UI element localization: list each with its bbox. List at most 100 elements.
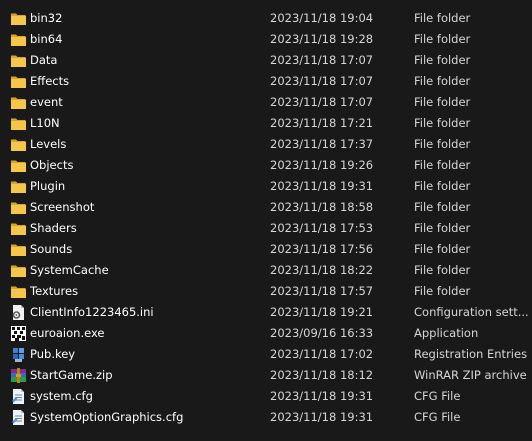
file-row[interactable]: StartGame.zip 2023/11/18 18:12 WinRAR ZIP … [0, 365, 532, 386]
file-date-modified: 2023/11/18 19:04 [270, 11, 374, 25]
file-row[interactable]: Sounds 2023/11/18 17:56 File folder [0, 239, 532, 260]
file-name: L10N [30, 116, 60, 130]
file-name: StartGame.zip [30, 368, 113, 382]
file-date-modified: 2023/11/18 17:57 [270, 284, 374, 298]
file-name: Levels [30, 137, 67, 151]
registry-icon [10, 346, 27, 363]
file-name: Plugin [30, 179, 66, 193]
file-name: Textures [30, 284, 79, 298]
file-date-modified: 2023/11/18 17:53 [270, 221, 374, 235]
file-date-modified: 2023/11/18 17:07 [270, 53, 374, 67]
file-date-modified: 2023/09/16 16:33 [270, 326, 374, 340]
file-type: Application [414, 326, 479, 340]
file-type: File folder [414, 263, 471, 277]
file-name: SystemCache [30, 263, 109, 277]
file-date-modified: 2023/11/18 17:07 [270, 95, 374, 109]
file-row[interactable]: Pub.key 2023/11/18 17:02 Registration Entr… [0, 344, 532, 365]
file-name: SystemOptionGraphics.cfg [30, 410, 184, 424]
file-list: bin32 2023/11/18 19:04 File folder bin64 202… [0, 8, 532, 428]
file-date-modified: 2023/11/18 17:37 [270, 137, 374, 151]
file-name: ClientInfo1223465.ini [30, 305, 154, 319]
file-row[interactable]: Plugin 2023/11/18 19:31 File folder [0, 176, 532, 197]
file-date-modified: 2023/11/18 18:12 [270, 368, 374, 382]
file-type: Configuration sett... [414, 305, 529, 319]
file-row[interactable]: SystemOptionGraphics.cfg 2023/11/18 19:31… [0, 407, 532, 428]
file-row[interactable]: SystemCache 2023/11/18 18:22 File folder [0, 260, 532, 281]
file-type: File folder [414, 53, 471, 67]
file-date-modified: 2023/11/18 17:02 [270, 347, 374, 361]
application-icon [10, 325, 27, 342]
file-name: Pub.key [30, 347, 76, 361]
file-type: File folder [414, 200, 471, 214]
cfg-file-icon [10, 388, 27, 405]
file-name: Effects [30, 74, 70, 88]
file-row[interactable]: Screenshot 2023/11/18 18:58 File folder [0, 197, 532, 218]
file-date-modified: 2023/11/18 19:31 [270, 389, 374, 403]
file-row[interactable]: euroaion.exe 2023/09/16 16:33 Application [0, 323, 532, 344]
folder-icon [10, 241, 27, 258]
file-name: Sounds [30, 242, 73, 256]
file-type: Registration Entries [414, 347, 528, 361]
file-type: File folder [414, 242, 471, 256]
folder-icon [10, 73, 27, 90]
file-type: File folder [414, 137, 471, 151]
file-row[interactable]: L10N 2023/11/18 17:21 File folder [0, 113, 532, 134]
file-name: Screenshot [30, 200, 95, 214]
folder-icon [10, 115, 27, 132]
folder-icon [10, 262, 27, 279]
file-date-modified: 2023/11/18 18:58 [270, 200, 374, 214]
cfg-file-icon [10, 409, 27, 426]
file-type: File folder [414, 158, 471, 172]
file-date-modified: 2023/11/18 19:31 [270, 410, 374, 424]
config-settings-icon [10, 304, 27, 321]
file-date-modified: 2023/11/18 19:31 [270, 179, 374, 193]
file-type: File folder [414, 284, 471, 298]
file-row[interactable]: bin32 2023/11/18 19:04 File folder [0, 8, 532, 29]
file-type: File folder [414, 179, 471, 193]
file-date-modified: 2023/11/18 19:28 [270, 32, 374, 46]
file-type: File folder [414, 221, 471, 235]
file-date-modified: 2023/11/18 18:22 [270, 263, 374, 277]
file-name: Data [30, 53, 58, 67]
file-row[interactable]: Levels 2023/11/18 17:37 File folder [0, 134, 532, 155]
file-date-modified: 2023/11/18 19:21 [270, 305, 374, 319]
folder-icon [10, 220, 27, 237]
folder-icon [10, 199, 27, 216]
file-row[interactable]: Shaders 2023/11/18 17:53 File folder [0, 218, 532, 239]
file-type: File folder [414, 32, 471, 46]
file-type: CFG File [414, 410, 461, 424]
file-name: bin32 [30, 11, 63, 25]
file-date-modified: 2023/11/18 17:07 [270, 74, 374, 88]
file-type: File folder [414, 95, 471, 109]
file-name: Objects [30, 158, 74, 172]
folder-icon [10, 31, 27, 48]
file-row[interactable]: Data 2023/11/18 17:07 File folder [0, 50, 532, 71]
file-date-modified: 2023/11/18 17:21 [270, 116, 374, 130]
file-type: File folder [414, 11, 471, 25]
file-type: CFG File [414, 389, 461, 403]
file-name: event [30, 95, 63, 109]
file-row[interactable]: bin64 2023/11/18 19:28 File folder [0, 29, 532, 50]
file-row[interactable]: ClientInfo1223465.ini 2023/11/18 19:21 Con… [0, 302, 532, 323]
file-date-modified: 2023/11/18 17:56 [270, 242, 374, 256]
file-name: Shaders [30, 221, 77, 235]
file-row[interactable]: Effects 2023/11/18 17:07 File folder [0, 71, 532, 92]
file-type: WinRAR ZIP archive [414, 368, 527, 382]
file-row[interactable]: Objects 2023/11/18 19:26 File folder [0, 155, 532, 176]
folder-icon [10, 178, 27, 195]
folder-icon [10, 157, 27, 174]
file-date-modified: 2023/11/18 19:26 [270, 158, 374, 172]
file-name: bin64 [30, 32, 63, 46]
file-name: system.cfg [30, 389, 93, 403]
file-name: euroaion.exe [30, 326, 105, 340]
winrar-archive-icon [10, 367, 27, 384]
folder-icon [10, 10, 27, 27]
file-type: File folder [414, 74, 471, 88]
file-row[interactable]: Textures 2023/11/18 17:57 File folder [0, 281, 532, 302]
folder-icon [10, 283, 27, 300]
folder-icon [10, 136, 27, 153]
file-row[interactable]: system.cfg 2023/11/18 19:31 CFG File [0, 386, 532, 407]
file-type: File folder [414, 116, 471, 130]
folder-icon [10, 94, 27, 111]
file-row[interactable]: event 2023/11/18 17:07 File folder [0, 92, 532, 113]
